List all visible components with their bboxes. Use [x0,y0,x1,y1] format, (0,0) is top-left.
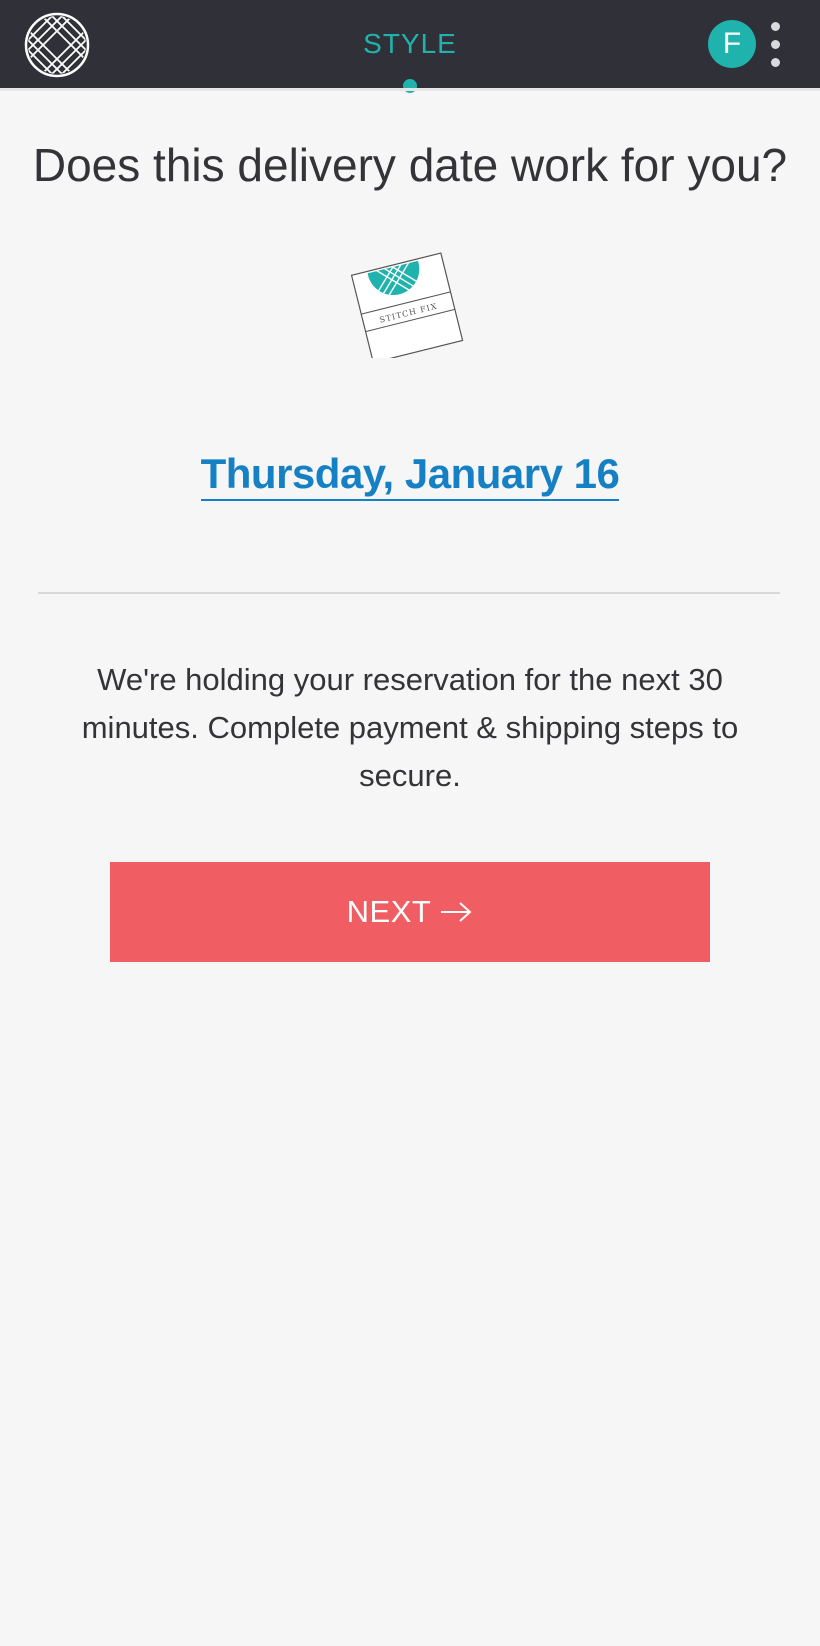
avatar[interactable]: F [708,20,756,68]
delivery-date-link[interactable]: Thursday, January 16 [200,450,620,501]
header-divider [0,88,820,91]
arrow-right-icon [441,902,472,922]
kebab-menu-icon[interactable] [766,22,786,68]
next-button-label: NEXT [346,894,432,929]
reservation-message: We're holding your reservation for the n… [81,662,739,793]
stitch-fix-logo-icon[interactable] [24,12,90,78]
next-button[interactable]: NEXT [110,862,710,962]
tab-style-label: STYLE [363,28,457,59]
page-title: Does this delivery date work for you? [32,139,788,191]
top-app-bar: STYLE F [0,0,820,93]
shipping-box-icon: STITCH FIX [350,252,464,358]
delivery-date-container: Thursday, January 16 [0,450,820,501]
section-divider [38,592,780,594]
tab-style[interactable]: STYLE [310,0,510,93]
